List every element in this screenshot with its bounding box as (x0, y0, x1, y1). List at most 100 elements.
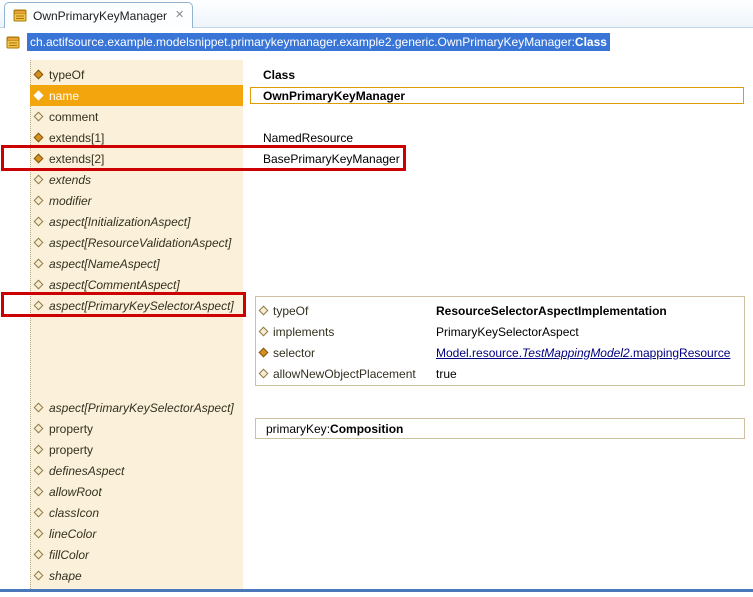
aspect-value[interactable]: ResourceSelectorAspectImplementation (436, 304, 667, 318)
diamond-icon (34, 238, 44, 248)
breadcrumb[interactable]: ch.actifsource.example.modelsnippet.prim… (0, 28, 753, 56)
diamond-icon (34, 529, 44, 539)
diamond-icon (34, 487, 44, 497)
diamond-icon (259, 327, 269, 337)
selector-link-prefix: Model.resource. (436, 346, 522, 360)
primarykey-type: Composition (330, 422, 403, 436)
property-value[interactable]: BasePrimaryKeyManager (263, 152, 400, 166)
diamond-icon (34, 445, 44, 455)
property-label: lineColor (49, 527, 96, 541)
diamond-icon (34, 259, 44, 269)
property-row-shape[interactable]: shape (30, 565, 753, 586)
tab-ownprimarykeymanager[interactable]: OwnPrimaryKeyManager ✕ (4, 2, 193, 28)
aspect-row-allownewobjectplacement[interactable]: allowNewObjectPlacement true (256, 363, 744, 384)
property-row-aspect-comment[interactable]: aspect[CommentAspect] (30, 274, 753, 295)
property-label: property (49, 443, 93, 457)
property-row-aspect-primarykeyselector-2[interactable]: aspect[PrimaryKeySelectorAspect] (30, 397, 753, 418)
property-row-extends1[interactable]: extends[1] NamedResource (30, 127, 753, 148)
aspect-detail-panel: typeOf ResourceSelectorAspectImplementat… (255, 296, 745, 386)
name-value-field[interactable]: OwnPrimaryKeyManager (250, 87, 744, 104)
diamond-icon (34, 550, 44, 560)
property-row-aspect-initialization[interactable]: aspect[InitializationAspect] (30, 211, 753, 232)
property-row-modifier[interactable]: modifier (30, 190, 753, 211)
diamond-icon (34, 196, 44, 206)
property-row-aspect-name[interactable]: aspect[NameAspect] (30, 253, 753, 274)
diamond-icon (34, 217, 44, 227)
property-row-classicon[interactable]: classIcon (30, 502, 753, 523)
primarykey-composition-box[interactable]: primaryKey : Composition (255, 418, 745, 439)
diamond-icon (34, 403, 44, 413)
property-row-aspect-resourcevalidation[interactable]: aspect[ResourceValidationAspect] (30, 232, 753, 253)
selector-link-model: TestMappingModel2 (522, 346, 630, 360)
property-label: aspect[InitializationAspect] (49, 215, 190, 229)
qualified-name-type: Class (575, 35, 607, 49)
property-row-name[interactable]: name OwnPrimaryKeyManager (30, 85, 753, 106)
property-row-typeof[interactable]: typeOf Class (30, 64, 753, 85)
property-label: aspect[PrimaryKeySelectorAspect] (49, 299, 234, 313)
diamond-icon (34, 280, 44, 290)
primarykey-name: primaryKey (266, 422, 327, 436)
property-row-definesaspect[interactable]: definesAspect (30, 460, 753, 481)
property-label: name (49, 89, 79, 103)
close-icon[interactable]: ✕ (175, 10, 184, 21)
property-row-extends[interactable]: extends (30, 169, 753, 190)
property-row-comment[interactable]: comment (30, 106, 753, 127)
diamond-icon (34, 112, 44, 122)
property-label: definesAspect (49, 464, 124, 478)
diamond-icon (34, 424, 44, 434)
selector-link[interactable]: Model.resource.TestMappingModel2.mapping… (436, 346, 730, 360)
property-label: extends[2] (49, 152, 104, 166)
aspect-label: implements (273, 325, 436, 339)
aspect-value[interactable]: PrimaryKeySelectorAspect (436, 325, 579, 339)
property-label: fillColor (49, 548, 89, 562)
aspect-value[interactable]: true (436, 367, 457, 381)
qualified-name-selected-text[interactable]: ch.actifsource.example.modelsnippet.prim… (27, 33, 610, 51)
diamond-icon (34, 70, 44, 80)
property-value[interactable]: NamedResource (263, 131, 353, 145)
diamond-icon (34, 154, 44, 164)
diamond-icon (34, 91, 44, 101)
property-label: extends[1] (49, 131, 104, 145)
qualified-name-path: ch.actifsource.example.modelsnippet.prim… (30, 35, 575, 49)
selector-link-suffix: .mappingResource (630, 346, 731, 360)
property-row-allowroot[interactable]: allowRoot (30, 481, 753, 502)
property-label: classIcon (49, 506, 99, 520)
diamond-icon (259, 369, 269, 379)
property-editor: typeOf Class name OwnPrimaryKeyManager c… (0, 60, 753, 589)
diamond-icon (34, 508, 44, 518)
diamond-icon (34, 133, 44, 143)
diamond-icon (34, 301, 44, 311)
diamond-icon (34, 571, 44, 581)
aspect-row-implements[interactable]: implements PrimaryKeySelectorAspect (256, 321, 744, 342)
window-bottom-edge (0, 589, 753, 592)
property-label: modifier (49, 194, 92, 208)
property-label: extends (49, 173, 91, 187)
property-label: typeOf (49, 68, 84, 82)
property-label: aspect[PrimaryKeySelectorAspect] (49, 401, 234, 415)
diamond-icon (259, 306, 269, 316)
aspect-label: typeOf (273, 304, 436, 318)
tab-bar: OwnPrimaryKeyManager ✕ (0, 0, 753, 28)
aspect-row-typeof[interactable]: typeOf ResourceSelectorAspectImplementat… (256, 300, 744, 321)
property-row-linecolor[interactable]: lineColor (30, 523, 753, 544)
property-row-extends2[interactable]: extends[2] BasePrimaryKeyManager (30, 148, 753, 169)
property-label: aspect[CommentAspect] (49, 278, 180, 292)
resource-icon (6, 35, 21, 50)
property-label: shape (49, 569, 82, 583)
property-label: comment (49, 110, 98, 124)
property-row-fillcolor[interactable]: fillColor (30, 544, 753, 565)
property-label: allowRoot (49, 485, 102, 499)
tab-title: OwnPrimaryKeyManager (33, 9, 167, 23)
selected-label-cell[interactable]: name (30, 85, 243, 106)
resource-icon (13, 8, 28, 23)
editor-window: OwnPrimaryKeyManager ✕ ch.actifsource.ex… (0, 0, 753, 597)
diamond-icon (259, 348, 269, 358)
diamond-icon (34, 175, 44, 185)
property-row-property-2[interactable]: property (30, 439, 753, 460)
property-label: aspect[NameAspect] (49, 257, 160, 271)
property-label: aspect[ResourceValidationAspect] (49, 236, 231, 250)
aspect-row-selector[interactable]: selector Model.resource.TestMappingModel… (256, 342, 744, 363)
diamond-icon (34, 466, 44, 476)
aspect-label: selector (273, 346, 436, 360)
property-value[interactable]: Class (263, 68, 295, 82)
